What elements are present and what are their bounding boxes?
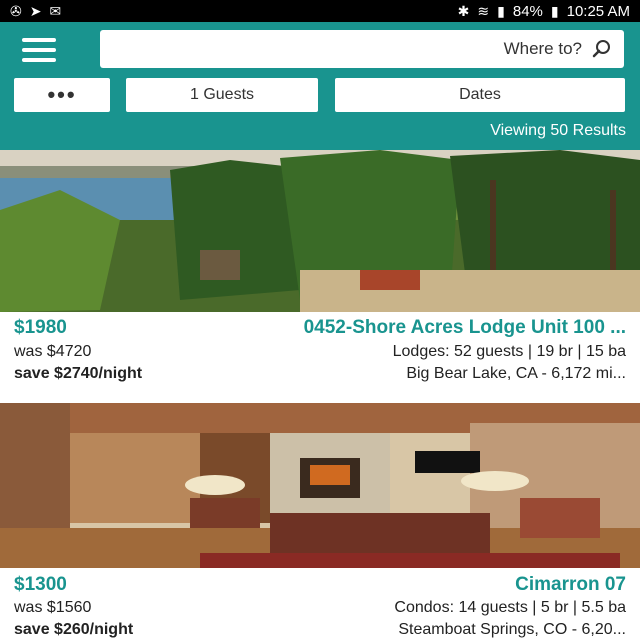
status-left: ✇ ➤ ✉ xyxy=(10,4,61,18)
guests-button[interactable]: 1 Guests xyxy=(126,78,318,112)
search-placeholder: Where to? xyxy=(503,39,582,58)
listing-title[interactable]: Cimarron 07 xyxy=(515,574,626,596)
menu-line-icon xyxy=(22,58,56,62)
listing-photo-lake-lodge[interactable] xyxy=(0,150,640,312)
search-icon xyxy=(592,40,610,58)
status-time: 10:25 AM xyxy=(566,2,630,20)
listing-title[interactable]: 0452-Shore Acres Lodge Unit 100 ... xyxy=(304,317,626,339)
listing-title-row: $1980 0452-Shore Acres Lodge Unit 100 ..… xyxy=(14,317,626,339)
battery-icon: ▮ xyxy=(550,3,559,19)
status-right: ✱ ≋ ▮ 84% ▮ 10:25 AM xyxy=(458,3,630,20)
listing-title-row: $1300 Cimarron 07 xyxy=(14,574,626,596)
dates-button[interactable]: Dates xyxy=(335,78,625,112)
app-header: Where to? ••• 1 Guests Dates Viewing 50 … xyxy=(0,22,640,150)
status-bar: ✇ ➤ ✉ ✱ ≋ ▮ 84% ▮ 10:25 AM xyxy=(0,0,640,22)
listing-details: Condos: 14 guests | 5 br | 5.5 ba xyxy=(394,599,626,616)
battery-percent: 84% xyxy=(512,2,543,20)
menu-button[interactable] xyxy=(22,38,56,62)
more-filters-button[interactable]: ••• xyxy=(14,78,110,112)
results-count: Viewing 50 Results xyxy=(490,122,626,139)
listing-card[interactable]: $1980 0452-Shore Acres Lodge Unit 100 ..… xyxy=(0,150,640,403)
navigation-icon: ➤ xyxy=(29,3,42,19)
search-input[interactable]: Where to? xyxy=(100,30,624,68)
listing-location: Big Bear Lake, CA - 6,172 mi... xyxy=(406,365,626,382)
listing-location-row: save $2740/night Big Bear Lake, CA - 6,1… xyxy=(14,365,626,383)
listing-price: $1300 xyxy=(14,574,67,595)
listing-was-price: was $1560 xyxy=(14,599,92,616)
listing-details-row: was $4720 Lodges: 52 guests | 19 br | 15… xyxy=(14,343,626,361)
mail-icon: ✉ xyxy=(49,3,62,19)
menu-line-icon xyxy=(22,48,56,52)
listing-location-row: save $260/night Steamboat Springs, CO - … xyxy=(14,621,626,639)
settings-icon: ✇ xyxy=(10,3,22,19)
lake-forest-image xyxy=(0,150,640,312)
listing-location: Steamboat Springs, CO - 6,20... xyxy=(398,621,626,638)
listing-savings: save $2740/night xyxy=(14,365,143,382)
living-room-image xyxy=(0,403,640,568)
wifi-icon: ≋ xyxy=(477,3,490,19)
signal-icon: ▮ xyxy=(497,3,505,19)
listing-price: $1980 xyxy=(14,317,67,338)
listing-photo-living-room[interactable] xyxy=(0,403,640,568)
listing-card[interactable]: $1300 Cimarron 07 was $1560 Condos: 14 g… xyxy=(0,403,640,640)
listing-was-price: was $4720 xyxy=(14,343,92,360)
listing-details: Lodges: 52 guests | 19 br | 15 ba xyxy=(392,343,626,360)
bluetooth-icon: ✱ xyxy=(457,3,470,19)
listing-savings: save $260/night xyxy=(14,621,134,638)
listing-details-row: was $1560 Condos: 14 guests | 5 br | 5.5… xyxy=(14,599,626,617)
menu-line-icon xyxy=(22,38,56,42)
